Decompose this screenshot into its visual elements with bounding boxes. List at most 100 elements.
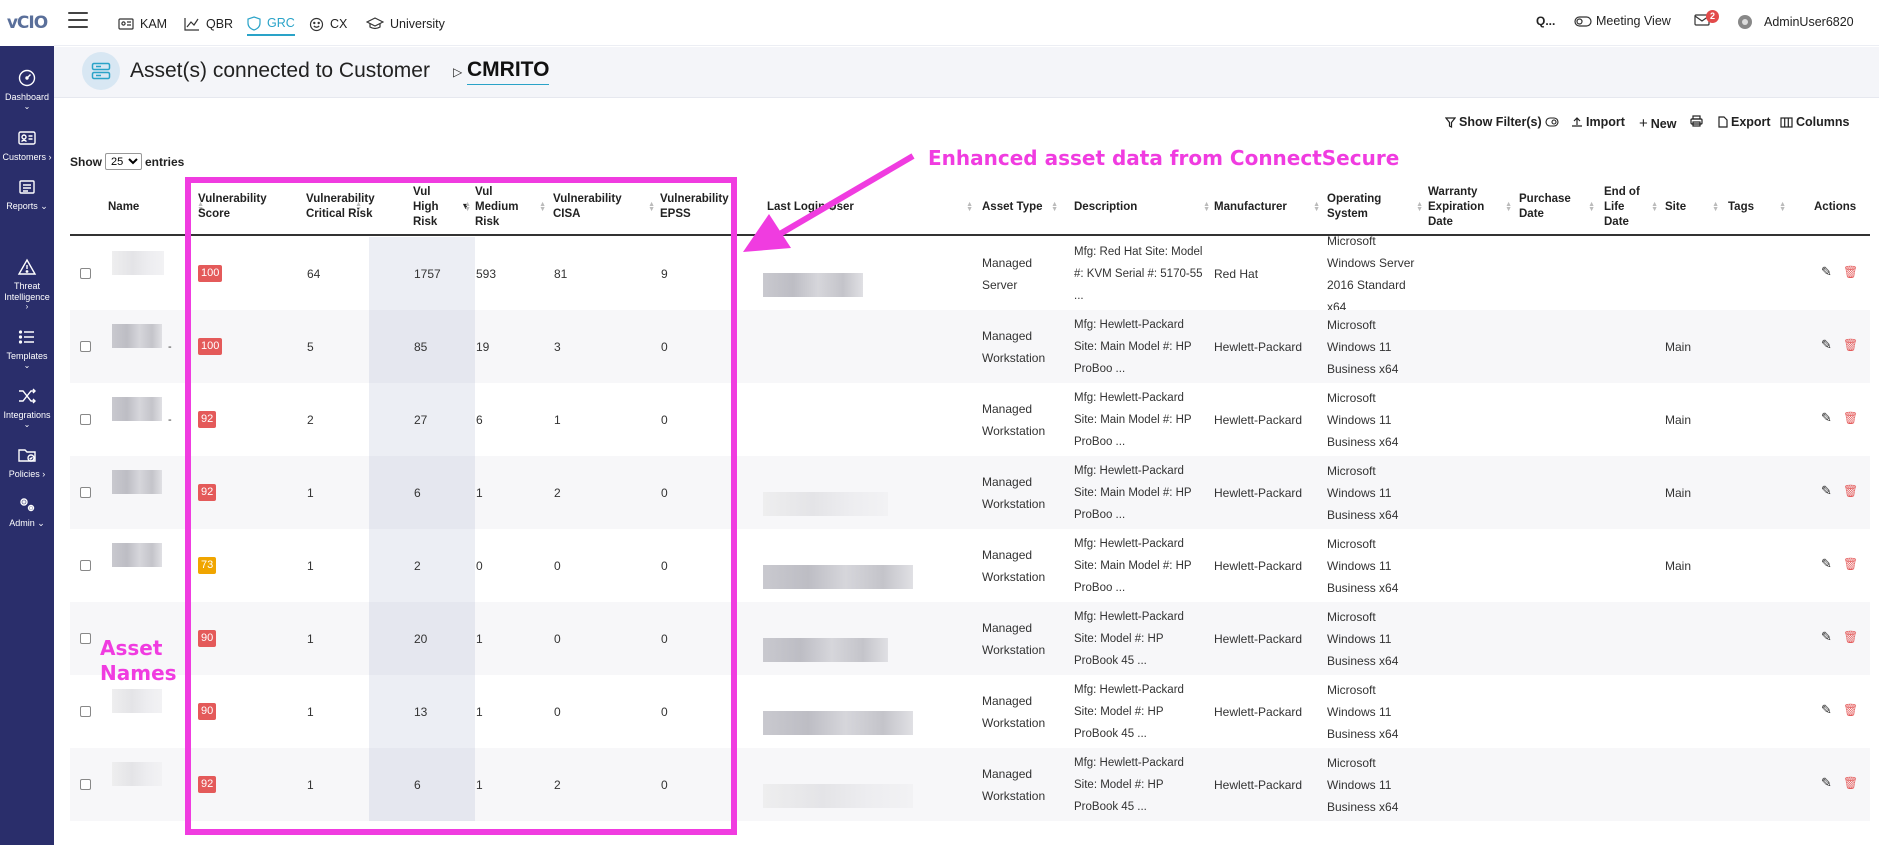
sidebar-item-label: Integrations xyxy=(3,410,51,420)
sidebar-item-templates[interactable]: Templates ⌄ xyxy=(0,327,54,370)
column-header[interactable]: Operating System ▲ ▼ xyxy=(1327,178,1427,236)
site-cell: Main xyxy=(1665,339,1692,354)
sidebar-item-label: Templates xyxy=(6,351,48,361)
tab-university[interactable]: University xyxy=(366,15,445,33)
user-name: AdminUser6820 xyxy=(1764,15,1854,29)
redacted-asset-name[interactable] xyxy=(112,689,162,713)
sidebar-item-reports[interactable]: Reports ⌄ xyxy=(0,177,54,212)
edit-icon[interactable]: ✎ xyxy=(1821,775,1832,791)
sidebar-item-admin[interactable]: Admin ⌄ xyxy=(0,494,54,529)
edit-icon[interactable]: ✎ xyxy=(1821,629,1832,645)
chevron-right-icon: › xyxy=(25,302,29,311)
row-checkbox-cell xyxy=(80,237,94,310)
sidebar-item-label: Admin ⌄ xyxy=(9,518,45,528)
row-checkbox[interactable] xyxy=(80,706,91,717)
delete-icon[interactable]: 🗑 xyxy=(1843,703,1858,717)
tab-cx[interactable]: CX xyxy=(309,15,347,33)
import-button[interactable]: Import xyxy=(1571,115,1625,129)
column-header[interactable]: Purchase Date ▲ ▼ xyxy=(1519,178,1599,236)
sidebar-item-policies[interactable]: Policies › xyxy=(0,445,54,480)
customer-name[interactable]: CMRITO xyxy=(467,58,550,85)
notifications-button[interactable]: 2 xyxy=(1694,9,1719,26)
notification-badge: 2 xyxy=(1706,9,1719,23)
sidebar-item-integrations[interactable]: Integrations ⌄ xyxy=(0,386,54,429)
tab-kam[interactable]: KAM xyxy=(118,15,167,33)
export-button[interactable]: Export xyxy=(1718,115,1771,129)
redacted-last-login-user xyxy=(763,711,913,735)
column-header[interactable]: Manufacturer ▲ ▼ xyxy=(1214,178,1324,236)
app-logo[interactable]: vCIO xyxy=(0,0,54,46)
show-filters-button[interactable]: Show Filter(s) xyxy=(1445,115,1562,129)
row-checkbox[interactable] xyxy=(80,633,91,644)
sidebar-item-customers[interactable]: Customers › xyxy=(0,128,54,163)
filter-icon xyxy=(1445,116,1456,128)
column-header[interactable]: Tags ▲ ▼ xyxy=(1728,178,1790,236)
description-cell: Mfg: Hewlett-Packard Site: Model #: HP P… xyxy=(1074,610,1184,667)
page-size-select[interactable]: 25 xyxy=(105,153,142,170)
tab-qbr[interactable]: QBR xyxy=(184,15,233,33)
row-checkbox[interactable] xyxy=(80,414,91,425)
manufacturer-cell: Hewlett-Packard xyxy=(1214,339,1303,354)
row-checkbox[interactable] xyxy=(80,341,91,352)
redacted-asset-name[interactable] xyxy=(112,324,162,348)
redacted-asset-name[interactable] xyxy=(112,543,162,567)
delete-icon[interactable]: 🗑 xyxy=(1843,265,1858,279)
gauge-icon xyxy=(18,69,36,87)
meeting-view-toggle[interactable]: Meeting View xyxy=(1574,14,1671,28)
columns-button[interactable]: Columns xyxy=(1780,115,1849,129)
sidebar: vCIO Dashboard ⌄ Customers › Reports ⌄ T… xyxy=(0,0,54,845)
os-cell: Microsoft Windows 11 Business x64 xyxy=(1327,755,1399,814)
column-header[interactable]: Asset Type ▲ ▼ xyxy=(982,178,1062,236)
asset-type-cell: Managed Workstation xyxy=(982,474,1046,511)
row-checkbox[interactable] xyxy=(80,779,91,790)
column-header[interactable]: Site ▲ ▼ xyxy=(1665,178,1723,236)
row-checkbox[interactable] xyxy=(80,268,91,279)
manufacturer-cell: Hewlett-Packard xyxy=(1214,558,1303,573)
description-cell: Mfg: Hewlett-Packard Site: Main Model #:… xyxy=(1074,318,1192,375)
new-button[interactable]: + New xyxy=(1639,115,1676,132)
print-button[interactable] xyxy=(1690,115,1706,127)
delete-icon[interactable]: 🗑 xyxy=(1843,557,1858,571)
column-header[interactable]: Warranty Expiration Date ▲ ▼ xyxy=(1428,178,1516,236)
os-cell: Microsoft Windows 11 Business x64 xyxy=(1327,390,1399,449)
delete-icon[interactable]: 🗑 xyxy=(1843,484,1858,498)
redacted-last-login-user xyxy=(763,784,913,808)
hamburger-menu-icon[interactable] xyxy=(68,12,88,30)
os-cell: Microsoft Windows 11 Business x64 xyxy=(1327,536,1399,595)
os-cell: Microsoft Windows Server 2016 Standard x… xyxy=(1327,233,1415,314)
edit-icon[interactable]: ✎ xyxy=(1821,702,1832,718)
name-link[interactable]: - xyxy=(168,310,172,383)
sidebar-item-threat-intelligence[interactable]: Threat Intelligence › xyxy=(0,257,54,311)
name-link[interactable]: - xyxy=(168,383,172,456)
edit-icon[interactable]: ✎ xyxy=(1821,483,1832,499)
row-checkbox[interactable] xyxy=(80,560,91,571)
edit-icon[interactable]: ✎ xyxy=(1821,556,1832,572)
delete-icon[interactable]: 🗑 xyxy=(1843,776,1858,790)
global-search[interactable]: Q... xyxy=(1536,14,1555,28)
edit-icon[interactable]: ✎ xyxy=(1821,410,1832,426)
asset-type-cell: Managed Workstation xyxy=(982,547,1046,584)
id-card-icon xyxy=(18,131,36,145)
user-menu[interactable]: AdminUser6820 xyxy=(1737,14,1854,30)
delete-icon[interactable]: 🗑 xyxy=(1843,630,1858,644)
column-header[interactable]: Description ▲ ▼ xyxy=(1074,178,1214,236)
column-header[interactable]: End of Life Date ▲ ▼ xyxy=(1604,178,1662,236)
tab-grc[interactable]: GRC xyxy=(247,14,295,36)
redacted-asset-name[interactable] xyxy=(112,251,164,275)
row-checkbox-cell xyxy=(80,748,94,821)
edit-icon[interactable]: ✎ xyxy=(1821,337,1832,353)
plus-icon: + xyxy=(1639,115,1648,132)
redacted-asset-name[interactable] xyxy=(112,397,162,421)
toggle-icon xyxy=(1574,15,1592,27)
delete-icon[interactable]: 🗑 xyxy=(1843,411,1858,425)
edit-icon[interactable]: ✎ xyxy=(1821,264,1832,280)
row-checkbox[interactable] xyxy=(80,487,91,498)
redacted-last-login-user xyxy=(763,565,913,589)
graduation-cap-icon xyxy=(366,17,384,30)
top-navigation: KAM QBR GRC CX University Q... Meeting V… xyxy=(54,0,1879,46)
redacted-asset-name[interactable] xyxy=(112,762,162,786)
delete-icon[interactable]: 🗑 xyxy=(1843,338,1858,352)
row-checkbox-cell xyxy=(80,383,94,456)
sidebar-item-dashboard[interactable]: Dashboard ⌄ xyxy=(0,68,54,111)
redacted-asset-name[interactable] xyxy=(112,470,162,494)
